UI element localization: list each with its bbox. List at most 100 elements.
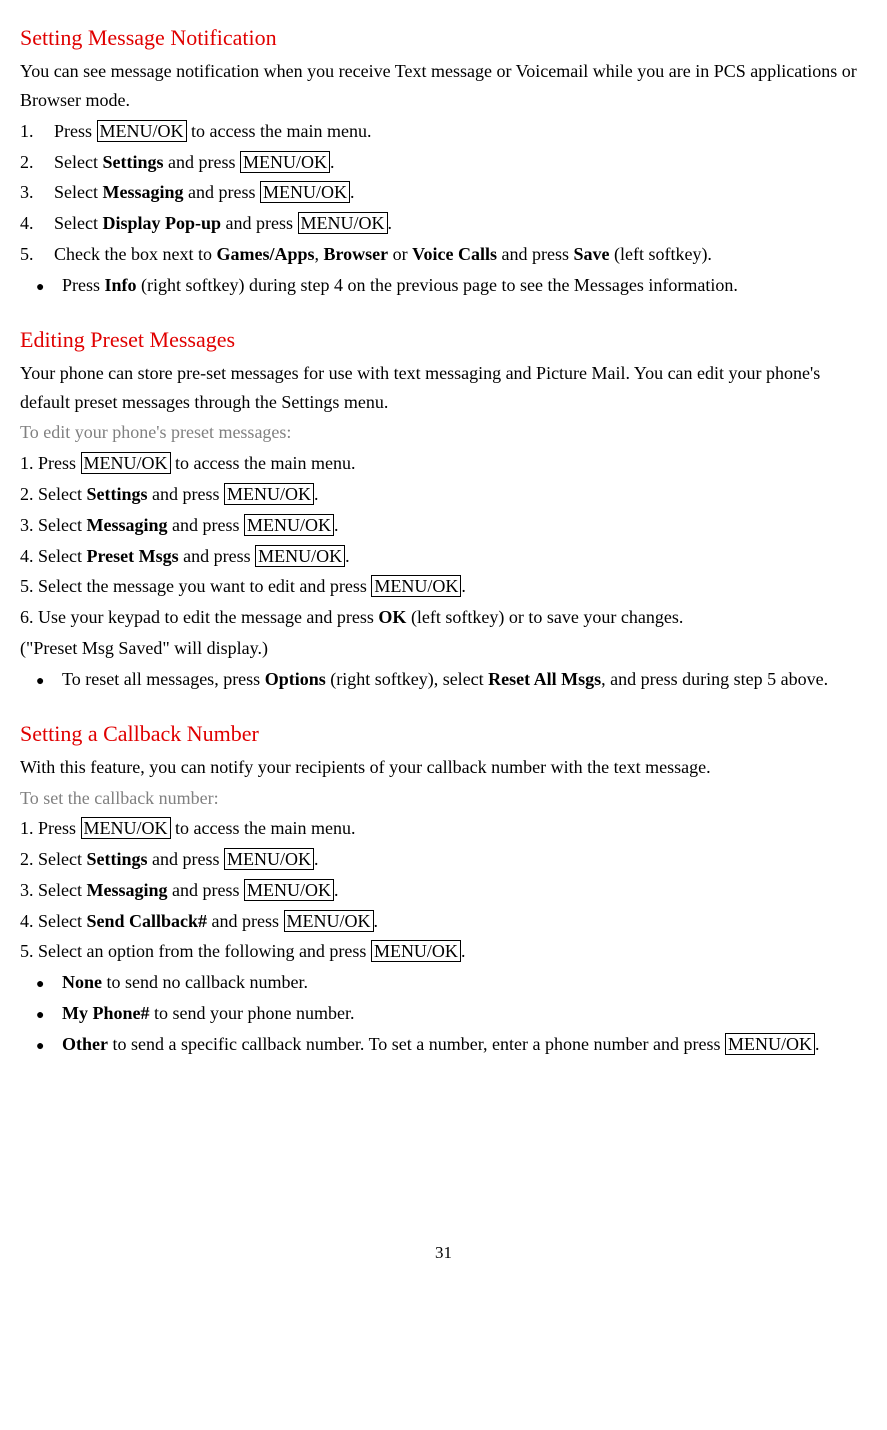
t: 3. Select xyxy=(20,515,86,535)
step: 2. Select Settings and press MENU/OK. xyxy=(20,480,867,509)
t: 2. Select xyxy=(20,849,86,869)
t: 2. Select xyxy=(20,484,86,504)
key-label: MENU/OK xyxy=(255,545,345,567)
bullet: Other to send a specific callback number… xyxy=(20,1030,867,1059)
t: . xyxy=(815,1034,820,1054)
menu-item: Messaging xyxy=(102,182,183,202)
menu-item: Settings xyxy=(86,484,147,504)
menu-item: Settings xyxy=(102,152,163,172)
key-label: MENU/OK xyxy=(81,452,171,474)
section-heading-1: Setting Message Notification xyxy=(20,20,867,55)
t: . xyxy=(314,484,319,504)
t: 4. Select xyxy=(20,911,86,931)
step: 4. Select Send Callback# and press MENU/… xyxy=(20,907,867,936)
t: (left softkey) or to save your changes. xyxy=(406,607,683,627)
section-heading-3: Setting a Callback Number xyxy=(20,716,867,751)
t: . xyxy=(374,911,379,931)
t: to send your phone number. xyxy=(150,1003,355,1023)
key-label: MENU/OK xyxy=(240,151,330,173)
bullet: My Phone# to send your phone number. xyxy=(20,999,867,1028)
section1-steps: 1.Press MENU/OK to access the main menu.… xyxy=(20,117,867,269)
bullet: To reset all messages, press Options (ri… xyxy=(20,665,867,694)
key-label: MENU/OK xyxy=(81,817,171,839)
step: 4. Select Preset Msgs and press MENU/OK. xyxy=(20,542,867,571)
t: . xyxy=(345,546,350,566)
bullet: Press Info (right softkey) during step 4… xyxy=(20,271,867,300)
t: Select xyxy=(54,213,102,233)
t: (right softkey) during step 4 on the pre… xyxy=(137,275,738,295)
section2-bullets: To reset all messages, press Options (ri… xyxy=(20,665,867,694)
t: 1. Press xyxy=(20,818,81,838)
page-number: 31 xyxy=(20,1239,867,1266)
menu-item: Messaging xyxy=(86,515,167,535)
option: Games/Apps xyxy=(216,244,314,264)
t: . xyxy=(314,849,319,869)
key-label: MENU/OK xyxy=(97,120,187,142)
softkey: Info xyxy=(105,275,137,295)
menu-item: Reset All Msgs xyxy=(488,669,601,689)
section1-bullets: Press Info (right softkey) during step 4… xyxy=(20,271,867,300)
section2-sub: To edit your phone's preset messages: xyxy=(20,418,867,447)
t: 6. Use your keypad to edit the message a… xyxy=(20,607,378,627)
option: None xyxy=(62,972,102,992)
t: to access the main menu. xyxy=(187,121,372,141)
t: 5. Select an option from the following a… xyxy=(20,941,371,961)
t: Check the box next to xyxy=(54,244,216,264)
step: 3.Select Messaging and press MENU/OK. xyxy=(20,178,867,207)
key-label: MENU/OK xyxy=(244,879,334,901)
t: and press xyxy=(148,484,224,504)
t: to send no callback number. xyxy=(102,972,308,992)
menu-item: Send Callback# xyxy=(86,911,207,931)
t: . xyxy=(334,880,339,900)
menu-item: Preset Msgs xyxy=(86,546,178,566)
step: 2.Select Settings and press MENU/OK. xyxy=(20,148,867,177)
bullet: None to send no callback number. xyxy=(20,968,867,997)
t: and press xyxy=(207,911,283,931)
t: . xyxy=(334,515,339,535)
t: Press xyxy=(62,275,105,295)
step: 1. Press MENU/OK to access the main menu… xyxy=(20,814,867,843)
t: (right softkey), select xyxy=(326,669,488,689)
t: 3. Select xyxy=(20,880,86,900)
key-label: MENU/OK xyxy=(371,575,461,597)
step: 5. Select an option from the following a… xyxy=(20,937,867,966)
menu-item: Messaging xyxy=(86,880,167,900)
t: to access the main menu. xyxy=(171,453,356,473)
section2-intro: Your phone can store pre-set messages fo… xyxy=(20,359,867,417)
step: 4.Select Display Pop-up and press MENU/O… xyxy=(20,209,867,238)
key-label: MENU/OK xyxy=(298,212,388,234)
t: Select xyxy=(54,182,102,202)
section3-intro: With this feature, you can notify your r… xyxy=(20,753,867,782)
softkey: OK xyxy=(378,607,406,627)
step: 1. Press MENU/OK to access the main menu… xyxy=(20,449,867,478)
step: 5.Check the box next to Games/Apps, Brow… xyxy=(20,240,867,269)
step-note: ("Preset Msg Saved" will display.) xyxy=(20,634,867,663)
section2-steps: 1. Press MENU/OK to access the main menu… xyxy=(20,449,867,663)
softkey: Save xyxy=(573,244,609,264)
key-label: MENU/OK xyxy=(371,940,461,962)
step: 3. Select Messaging and press MENU/OK. xyxy=(20,876,867,905)
t: and press xyxy=(221,213,297,233)
key-label: MENU/OK xyxy=(725,1033,815,1055)
t: . xyxy=(388,213,393,233)
step: 2. Select Settings and press MENU/OK. xyxy=(20,845,867,874)
option: Browser xyxy=(323,244,388,264)
key-label: MENU/OK xyxy=(224,483,314,505)
t: and press xyxy=(179,546,255,566)
step: 5. Select the message you want to edit a… xyxy=(20,572,867,601)
key-label: MENU/OK xyxy=(284,910,374,932)
t: 1. Press xyxy=(20,453,81,473)
t: to send a specific callback number. To s… xyxy=(108,1034,725,1054)
step: 3. Select Messaging and press MENU/OK. xyxy=(20,511,867,540)
key-label: MENU/OK xyxy=(224,848,314,870)
t: and press xyxy=(164,152,240,172)
t: to access the main menu. xyxy=(171,818,356,838)
menu-item: Display Pop-up xyxy=(102,213,221,233)
t: or xyxy=(388,244,412,264)
section3-sub: To set the callback number: xyxy=(20,784,867,813)
menu-item: Settings xyxy=(86,849,147,869)
key-label: MENU/OK xyxy=(244,514,334,536)
t: and press xyxy=(167,880,243,900)
t: Select xyxy=(54,152,102,172)
section-heading-2: Editing Preset Messages xyxy=(20,322,867,357)
